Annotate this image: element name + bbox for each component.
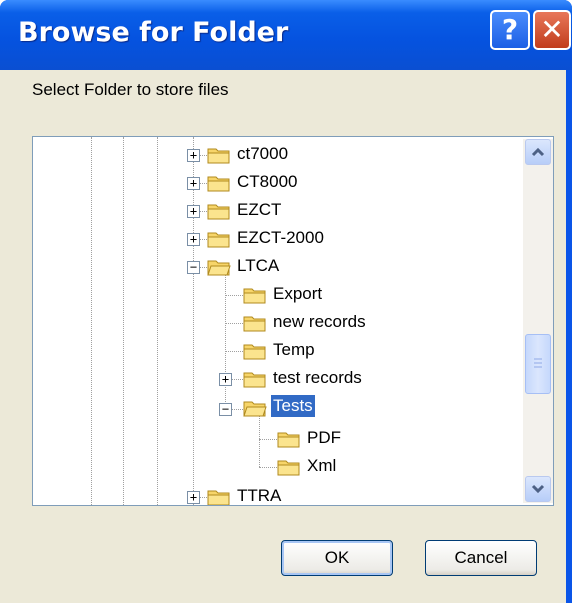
folder-icon <box>277 432 300 448</box>
tree-item-label-selected[interactable]: Tests <box>271 395 315 417</box>
folder-icon <box>207 490 230 505</box>
folder-icon <box>207 148 230 164</box>
expand-toggle[interactable]: + <box>219 373 232 386</box>
chevron-down-icon <box>531 484 545 494</box>
scroll-thumb[interactable] <box>525 334 551 394</box>
title-bar[interactable]: Browse for Folder ? ✕ <box>0 0 572 70</box>
folder-open-icon <box>243 401 267 417</box>
tree-item-label[interactable]: EZCT-2000 <box>237 228 324 248</box>
folder-open-icon <box>207 260 231 276</box>
tree-item-label[interactable]: PDF <box>307 428 341 448</box>
tree-item-label[interactable]: CT8000 <box>237 172 297 192</box>
close-button[interactable]: ✕ <box>533 10 571 50</box>
tree-item-label[interactable]: Xml <box>307 456 336 476</box>
tree-item-label[interactable]: Export <box>273 284 322 304</box>
tree-item-label[interactable]: new records <box>273 312 366 332</box>
tree-item-label[interactable]: TTRA <box>237 486 281 505</box>
help-button[interactable]: ? <box>490 10 530 50</box>
tree-item-label[interactable]: LTCA <box>237 256 279 276</box>
expand-toggle[interactable]: + <box>187 177 200 190</box>
folder-icon <box>207 204 230 220</box>
dialog-title: Browse for Folder <box>18 17 289 48</box>
scroll-down-button[interactable] <box>525 476 551 502</box>
ok-button[interactable]: OK <box>281 540 393 576</box>
prompt-text: Select Folder to store files <box>32 80 229 99</box>
folder-icon <box>243 344 266 360</box>
expand-toggle[interactable]: + <box>187 205 200 218</box>
folder-tree[interactable]: + ct7000 + CT8000 + EZCT + EZCT-2000 − L… <box>32 136 554 506</box>
tree-item-label[interactable]: test records <box>273 368 362 388</box>
folder-icon <box>243 372 266 388</box>
tree-item-label[interactable]: Temp <box>273 340 315 360</box>
folder-icon <box>207 176 230 192</box>
scroll-up-button[interactable] <box>525 139 551 165</box>
expand-toggle[interactable]: + <box>187 491 200 504</box>
folder-icon <box>277 460 300 476</box>
folder-icon <box>243 288 266 304</box>
expand-toggle[interactable]: + <box>187 149 200 162</box>
cancel-button[interactable]: Cancel <box>425 540 537 576</box>
folder-icon <box>207 232 230 248</box>
chevron-up-icon <box>531 147 545 157</box>
tree-guide-line <box>225 269 226 410</box>
tree-guide-line <box>91 137 92 505</box>
tree-guide-line <box>123 137 124 505</box>
tree-item-label[interactable]: EZCT <box>237 200 281 220</box>
collapse-toggle[interactable]: − <box>219 403 232 416</box>
collapse-toggle[interactable]: − <box>187 261 200 274</box>
grip-icon <box>534 358 542 368</box>
tree-guide-line <box>193 137 194 505</box>
tree-item-label[interactable]: ct7000 <box>237 144 288 164</box>
expand-toggle[interactable]: + <box>187 233 200 246</box>
browse-for-folder-dialog: Browse for Folder ? ✕ Select Folder to s… <box>0 0 572 603</box>
vertical-scrollbar[interactable] <box>523 139 553 503</box>
tree-guide-line <box>157 137 158 505</box>
folder-icon <box>243 316 266 332</box>
